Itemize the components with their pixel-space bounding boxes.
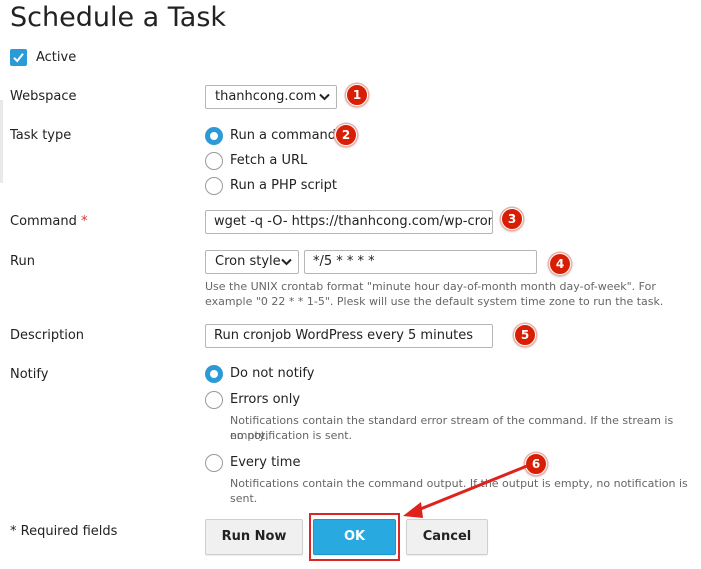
run-style-value: Cron style (215, 254, 281, 269)
checkmark-icon (13, 53, 24, 63)
annotation-badge-5: 5 (514, 324, 536, 346)
radio-every-time[interactable] (205, 454, 223, 472)
command-label-text: Command (10, 214, 77, 229)
notify-label: Notify (10, 367, 49, 382)
errors-hint-line2: no notification is sent. (230, 429, 353, 442)
radio-run-php[interactable] (205, 177, 223, 195)
run-hint-line1: Use the UNIX crontab format "minute hour… (205, 280, 656, 293)
description-input[interactable]: Run cronjob WordPress every 5 minutes (205, 324, 493, 348)
cron-input[interactable]: */5 * * * * (304, 250, 537, 274)
command-label: Command * (10, 214, 87, 230)
webspace-value: thanhcong.com (215, 89, 317, 104)
annotation-arrow-icon (403, 464, 528, 518)
annotation-badge-1: 1 (346, 84, 368, 106)
required-fields-note: * Required fields (10, 524, 118, 539)
annotation-badge-4: 4 (549, 253, 571, 275)
radio-fetch-url-label: Fetch a URL (230, 153, 308, 168)
chevron-down-icon (281, 258, 292, 266)
command-input[interactable]: wget -q -O- https://thanhcong.com/wp-cro… (205, 210, 493, 234)
radio-run-command[interactable] (205, 127, 223, 145)
active-label: Active (36, 50, 77, 65)
task-type-label: Task type (10, 128, 72, 143)
run-label: Run (10, 254, 35, 269)
radio-fetch-url[interactable] (205, 152, 223, 170)
description-label: Description (10, 328, 85, 343)
radio-run-command-label: Run a command (230, 128, 337, 143)
run-hint-line2: example "0 22 * * 1-5". Plesk will use t… (205, 295, 664, 308)
radio-do-not-notify-label: Do not notify (230, 366, 315, 381)
left-scroll-edge (0, 100, 3, 183)
webspace-select[interactable]: thanhcong.com (205, 85, 337, 109)
page-title: Schedule a Task (10, 2, 227, 33)
annotation-badge-3: 3 (501, 208, 523, 230)
run-style-select[interactable]: Cron style (205, 250, 299, 274)
active-checkbox[interactable] (10, 49, 27, 66)
radio-errors-only[interactable] (205, 391, 223, 409)
ok-button[interactable]: OK (313, 519, 396, 555)
radio-do-not-notify[interactable] (205, 365, 223, 383)
radio-run-php-label: Run a PHP script (230, 178, 337, 193)
webspace-label: Webspace (10, 89, 77, 104)
annotation-badge-2: 2 (335, 124, 357, 146)
radio-errors-only-label: Errors only (230, 392, 301, 407)
chevron-down-icon (319, 93, 330, 101)
run-now-button[interactable]: Run Now (205, 519, 303, 555)
required-mark: * (80, 214, 88, 229)
radio-every-time-label: Every time (230, 455, 301, 470)
